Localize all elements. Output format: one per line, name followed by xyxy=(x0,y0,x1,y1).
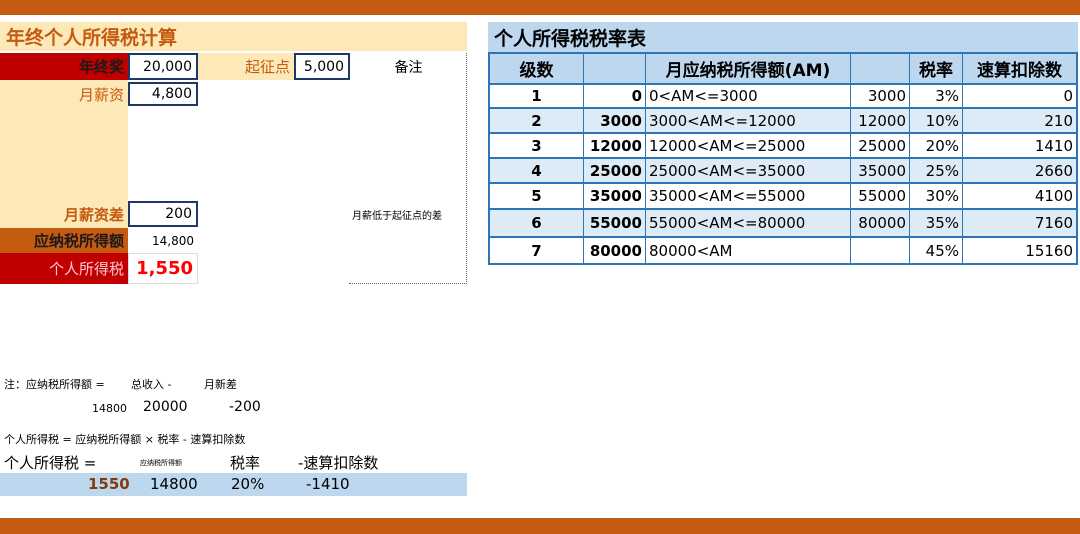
row-lower: 80000 xyxy=(584,238,646,263)
row-deduction: 15160 xyxy=(1025,241,1073,260)
row-range: 12000<AM<=25000 xyxy=(646,134,851,157)
row-rate: 45% xyxy=(910,238,963,263)
salary-label: 月薪资 xyxy=(78,85,124,104)
row-level: 6 xyxy=(490,210,584,236)
row-lower: 12000 xyxy=(584,134,646,157)
row-level: 4 xyxy=(490,159,584,182)
result-deduction: -1410 xyxy=(306,475,350,493)
header-rate: 税率 xyxy=(910,54,963,83)
remarks-box xyxy=(349,53,467,284)
row-upper: 35000 xyxy=(851,159,910,182)
bonus-input[interactable]: 20,000 xyxy=(128,53,198,80)
row-lower: 25000 xyxy=(584,159,646,182)
row-upper: 25000 xyxy=(851,134,910,157)
formula1-term2: 月新差 xyxy=(204,378,237,391)
row-rate: 25% xyxy=(910,159,963,182)
result-tax: 1550 xyxy=(88,475,130,493)
col-rate-label: 税率 xyxy=(230,454,261,472)
row-level: 7 xyxy=(490,238,584,263)
row-range: 35000<AM<=55000 xyxy=(646,184,851,208)
taxable-income-value: 14,800 xyxy=(152,233,194,248)
result-taxable: 14800 xyxy=(150,475,198,493)
row-upper: 12000 xyxy=(851,109,910,132)
row-lower: 55000 xyxy=(584,210,646,236)
row-range: 80000<AM xyxy=(646,238,851,263)
table-row: 4 25000 25000<AM<=35000 35000 25% 2660 xyxy=(490,159,1076,184)
taxable-income-label: 应纳税所得额 xyxy=(0,228,128,253)
header-upper xyxy=(851,54,910,83)
row-level: 2 xyxy=(490,109,584,132)
formula1-term1: 总收入 - xyxy=(131,378,172,391)
threshold-label: 起征点 xyxy=(198,53,294,80)
row-range: 25000<AM<=35000 xyxy=(646,159,851,182)
tax-equation-label: 个人所得税 = xyxy=(4,454,97,472)
formula1-result: 14800 xyxy=(92,402,127,415)
table-row: 7 80000 80000<AM 45% 15160 xyxy=(490,238,1076,263)
table-row: 3 12000 12000<AM<=25000 25000 20% 1410 xyxy=(490,134,1076,159)
row-rate: 10% xyxy=(910,109,963,132)
row-level: 5 xyxy=(490,184,584,208)
header-deduction: 速算扣除数 xyxy=(977,61,1062,81)
formula2-text: 个人所得税 = 应纳税所得额 × 税率 - 速算扣除数 xyxy=(4,433,246,446)
table-row: 2 3000 3000<AM<=12000 12000 10% 210 xyxy=(490,109,1076,134)
row-lower: 35000 xyxy=(584,184,646,208)
formula1-value1: 20000 xyxy=(143,399,188,415)
header-range: 月应纳税所得额(AM) xyxy=(646,54,851,83)
row-level: 1 xyxy=(490,85,584,107)
row-upper: 80000 xyxy=(851,210,910,236)
row-rate: 35% xyxy=(910,210,963,236)
result-rate: 20% xyxy=(231,475,265,493)
row-upper: 3000 xyxy=(851,85,910,107)
row-deduction: 7160 xyxy=(1034,214,1073,232)
calculator-title: 年终个人所得税计算 xyxy=(0,22,467,51)
salary-diff-input[interactable]: 200 xyxy=(128,201,198,227)
threshold-input[interactable]: 5,000 xyxy=(294,53,350,80)
row-lower: 3000 xyxy=(584,109,646,132)
row-rate: 30% xyxy=(910,184,963,208)
row-range: 55000<AM<=80000 xyxy=(646,210,851,236)
income-tax-label: 个人所得税 xyxy=(0,253,128,284)
bonus-label: 年终奖 xyxy=(0,53,128,80)
row-range: 0<AM<=3000 xyxy=(646,85,851,107)
salary-diff-label: 月薪资差 xyxy=(63,205,124,224)
row-deduction: 210 xyxy=(1044,111,1073,130)
row-upper xyxy=(851,238,910,263)
table-row: 5 35000 35000<AM<=55000 55000 30% 4100 xyxy=(490,184,1076,210)
table-row: 1 0 0<AM<=3000 3000 3% 0 xyxy=(490,85,1076,109)
row-rate: 20% xyxy=(910,134,963,157)
row-deduction: 4100 xyxy=(1034,187,1073,205)
income-tax-value: 1,550 xyxy=(128,253,198,284)
bottom-banner-bar xyxy=(0,518,1080,534)
row-level: 3 xyxy=(490,134,584,157)
formula1-value2: -200 xyxy=(229,399,261,415)
row-deduction: 1410 xyxy=(1034,136,1073,155)
rate-table-header-row: 级数 月应纳税所得额(AM) 税率 速算扣除数 xyxy=(490,54,1076,85)
col-taxable-label: 应纳税所得额 xyxy=(140,459,182,467)
row-lower: 0 xyxy=(584,85,646,107)
formula1-label: 注：应纳税所得额 = xyxy=(4,378,105,391)
table-row: 6 55000 55000<AM<=80000 80000 35% 7160 xyxy=(490,210,1076,238)
rate-table: 级数 月应纳税所得额(AM) 税率 速算扣除数 1 0 0<AM<=3000 3… xyxy=(488,52,1078,265)
rate-table-title: 个人所得税税率表 xyxy=(488,22,1078,52)
col-deduction-label: -速算扣除数 xyxy=(298,454,379,472)
top-banner-bar xyxy=(0,0,1080,15)
row-range: 3000<AM<=12000 xyxy=(646,109,851,132)
header-level: 级数 xyxy=(490,54,584,83)
row-upper: 55000 xyxy=(851,184,910,208)
row-deduction: 0 xyxy=(1063,87,1073,105)
row-deduction: 2660 xyxy=(1034,161,1073,180)
salary-input[interactable]: 4,800 xyxy=(128,82,198,106)
header-lower xyxy=(584,54,646,83)
row-rate: 3% xyxy=(910,85,963,107)
